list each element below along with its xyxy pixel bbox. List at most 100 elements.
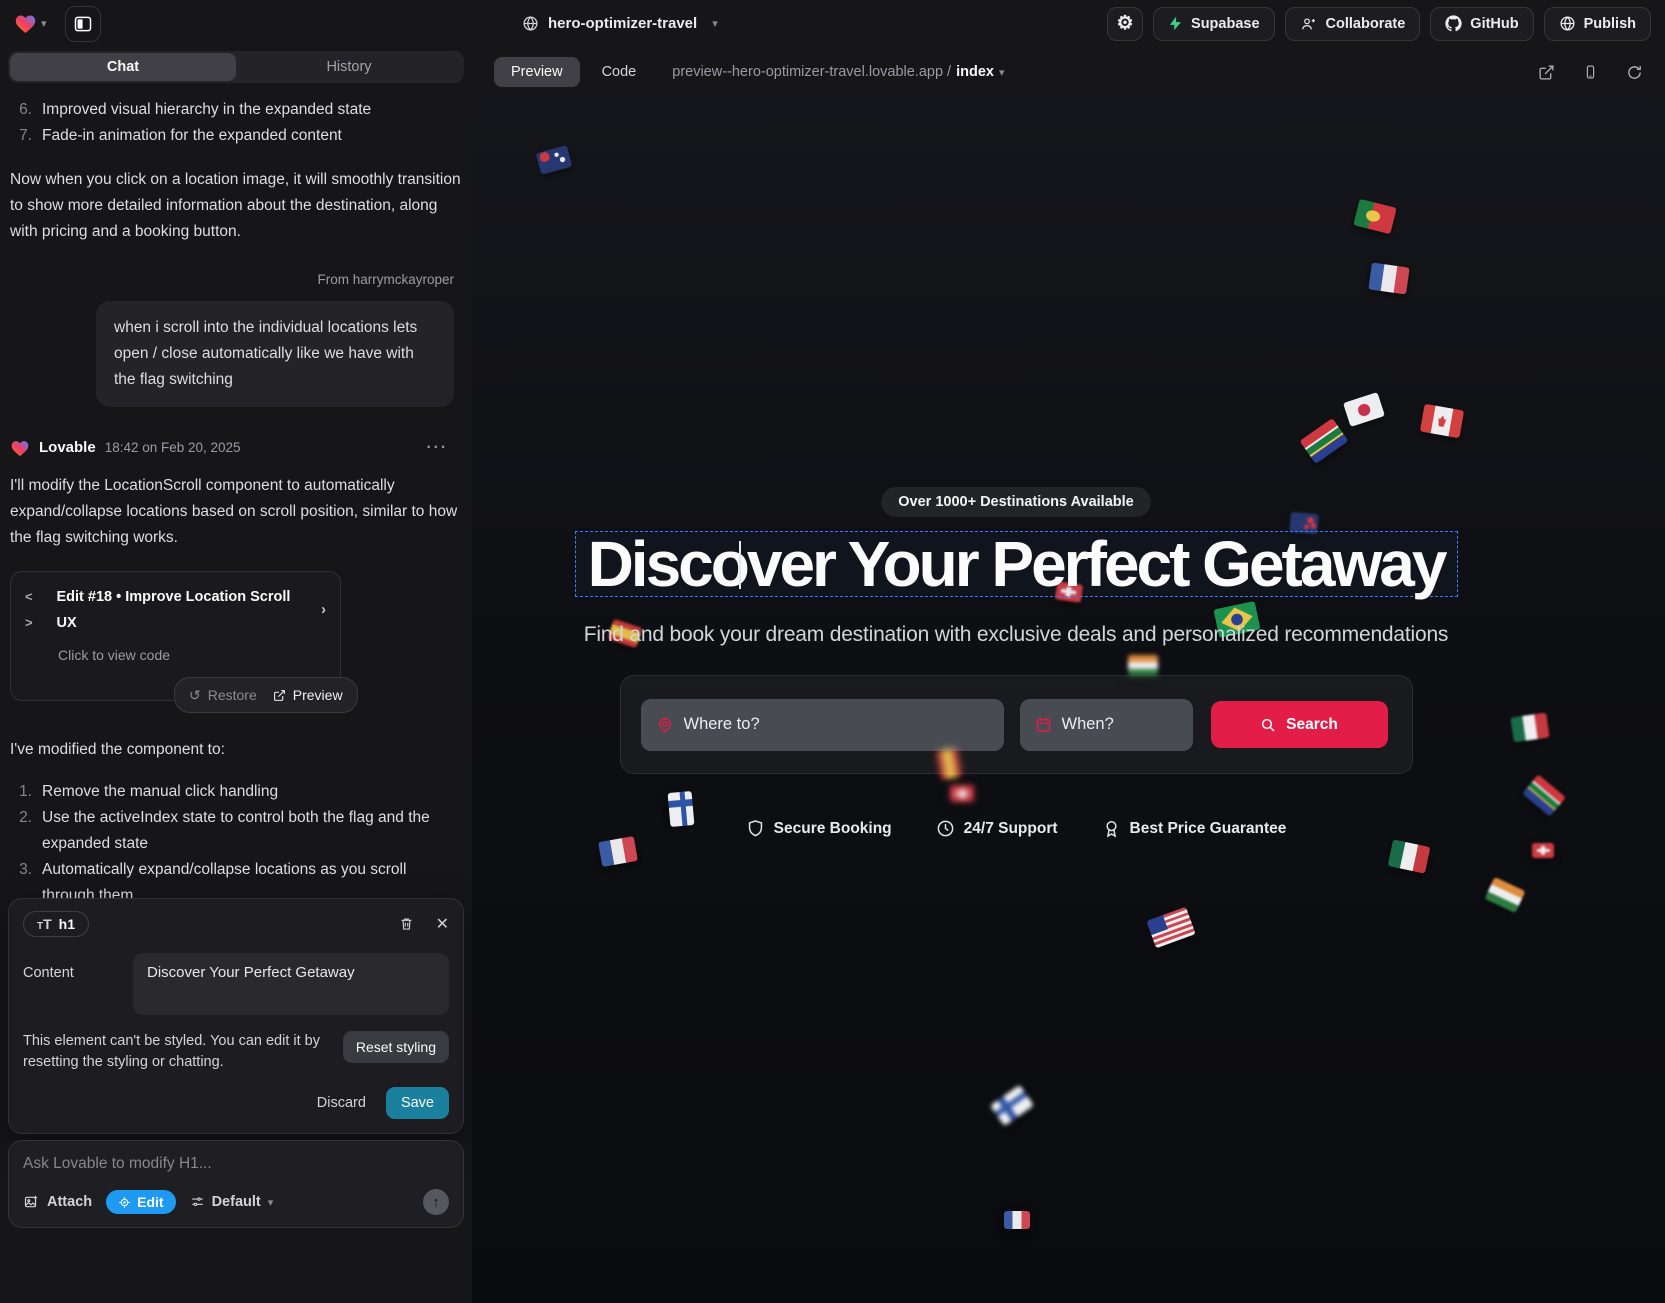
github-label: GitHub [1470, 16, 1518, 32]
list-item: 7.Fade-in animation for the expanded con… [10, 123, 462, 149]
delete-element-button[interactable] [399, 916, 414, 932]
france-flag-decoration [598, 836, 638, 867]
supabase-button[interactable]: Supabase [1153, 7, 1275, 41]
project-chevron-down-icon: ▾ [712, 17, 718, 30]
tab-chat[interactable]: Chat [10, 53, 236, 81]
close-inspector-button[interactable]: ✕ [436, 914, 449, 934]
chat-sidebar: Chat History 6.Improved visual hierarchy… [0, 47, 472, 1303]
search-button[interactable]: Search [1211, 701, 1388, 748]
preview-version-button[interactable]: Preview [273, 682, 343, 708]
restore-button[interactable]: ↺ Restore [189, 682, 257, 708]
search-icon [1260, 717, 1276, 733]
settings-button[interactable]: ⚙ [1107, 7, 1143, 41]
attach-image-icon [23, 1194, 40, 1210]
assistant-name: Lovable [39, 435, 96, 461]
feature-label: Best Price Guarantee [1130, 820, 1287, 838]
attach-button[interactable]: Attach [23, 1194, 92, 1210]
code-icon: < > [25, 584, 47, 636]
date-input[interactable] [1062, 715, 1178, 734]
feature-price-guarantee: Best Price Guarantee [1102, 819, 1287, 838]
tab-preview[interactable]: Preview [494, 57, 580, 87]
url-chevron-down-icon: ▾ [999, 66, 1005, 79]
clock-icon [936, 819, 955, 838]
change-list-bottom: 1.Remove the manual click handling 2.Use… [10, 779, 462, 898]
preview-url[interactable]: preview--hero-optimizer-travel.lovable.a… [672, 64, 1004, 80]
feature-secure-booking: Secure Booking [746, 819, 892, 838]
project-globe-icon [522, 15, 539, 32]
message-menu-button[interactable]: ··· [427, 435, 463, 461]
refresh-button[interactable] [1626, 64, 1643, 81]
date-field[interactable] [1020, 699, 1193, 751]
arrow-up-icon: ↑ [432, 1194, 440, 1211]
content-value-field[interactable]: Discover Your Perfect Getaway [133, 953, 449, 1015]
github-icon [1445, 15, 1462, 32]
project-name: hero-optimizer-travel [548, 15, 697, 32]
collaborate-label: Collaborate [1326, 16, 1406, 32]
chat-composer: Attach Edit Default ▾ [8, 1140, 464, 1228]
mobile-view-button[interactable] [1583, 63, 1598, 81]
user-message-bubble: when i scroll into the individual locati… [96, 301, 454, 407]
destination-field[interactable] [641, 699, 1004, 751]
gear-icon: ⚙ [1117, 14, 1134, 33]
edit-mode-button[interactable]: Edit [106, 1190, 175, 1214]
project-switcher[interactable]: hero-optimizer-travel ▾ [522, 15, 718, 32]
tab-code[interactable]: Code [602, 64, 637, 80]
lovable-heart-icon [10, 439, 30, 457]
attach-label: Attach [47, 1194, 92, 1210]
open-in-new-tab-button[interactable] [1538, 64, 1555, 81]
usa-flag-decoration [1146, 907, 1195, 949]
france-flag-decoration [1004, 1211, 1030, 1229]
selection-outline[interactable]: Discover Your Perfect Getaway [575, 531, 1458, 597]
github-button[interactable]: GitHub [1430, 7, 1533, 41]
destinations-badge: Over 1000+ Destinations Available [881, 487, 1150, 517]
text-caret [739, 541, 741, 589]
sidebar-tabs: Chat History [8, 51, 464, 83]
map-pin-icon [656, 716, 674, 734]
logo-chevron-down-icon: ▾ [41, 17, 47, 30]
discard-button[interactable]: Discard [317, 1095, 366, 1111]
edit-card-subtitle: Click to view code [58, 642, 326, 668]
publish-button[interactable]: Publish [1544, 7, 1651, 41]
destination-input[interactable] [684, 715, 989, 734]
preview-toolbar: Preview Code preview--hero-optimizer-tra… [472, 47, 1665, 97]
switzerland-flag-decoration [1532, 843, 1554, 858]
chevron-right-icon: › [321, 597, 326, 623]
hero-heading[interactable]: Discover Your Perfect Getaway [588, 527, 1445, 601]
collaborate-button[interactable]: Collaborate [1285, 7, 1421, 41]
chevron-down-icon: ▾ [268, 1196, 274, 1209]
finland-flag-decoration [990, 1085, 1034, 1126]
search-label: Search [1286, 716, 1338, 734]
selected-element-pill[interactable]: TT h1 [23, 911, 89, 937]
restore-icon: ↺ [189, 682, 201, 708]
panel-left-icon [73, 14, 93, 34]
hero-section: Over 1000+ Destinations Available Discov… [472, 97, 1560, 838]
feature-label: 24/7 Support [964, 820, 1058, 838]
assistant-paragraph: I'll modify the LocationScroll component… [10, 473, 462, 551]
reset-styling-button[interactable]: Reset styling [343, 1031, 449, 1063]
calendar-icon [1035, 716, 1052, 733]
list-item: 6.Improved visual hierarchy in the expan… [10, 97, 462, 123]
search-card: Search [620, 675, 1413, 774]
top-bar: ▾ hero-optimizer-travel ▾ ⚙ [0, 0, 1665, 47]
tab-history[interactable]: History [236, 53, 462, 81]
app-window: ▾ hero-optimizer-travel ▾ ⚙ [0, 0, 1665, 1303]
feature-label: Secure Booking [774, 820, 892, 838]
publish-globe-icon [1559, 15, 1576, 32]
save-button[interactable]: Save [386, 1087, 449, 1119]
model-default-button[interactable]: Default ▾ [190, 1194, 274, 1210]
assistant-message-header: Lovable 18:42 on Feb 20, 2025 ··· [10, 435, 462, 461]
list-item: 2.Use the activeIndex state to control b… [10, 805, 462, 857]
sidebar-toggle-button[interactable] [65, 6, 101, 42]
chat-scroll-area[interactable]: 6.Improved visual hierarchy in the expan… [8, 83, 464, 898]
target-icon [118, 1196, 131, 1209]
chat-input[interactable] [23, 1155, 449, 1173]
preview-pane: Preview Code preview--hero-optimizer-tra… [472, 47, 1665, 1303]
sliders-icon [190, 1195, 205, 1209]
selected-tag-name: h1 [59, 916, 75, 932]
send-button[interactable]: ↑ [423, 1189, 449, 1215]
hero-subheading: Find and book your dream destination wit… [584, 623, 1449, 647]
model-default-label: Default [212, 1194, 261, 1210]
url-base: preview--hero-optimizer-travel.lovable.a… [672, 64, 951, 80]
preview-viewport[interactable]: Over 1000+ Destinations Available Discov… [472, 97, 1665, 1303]
lovable-logo-menu[interactable]: ▾ [14, 13, 47, 34]
